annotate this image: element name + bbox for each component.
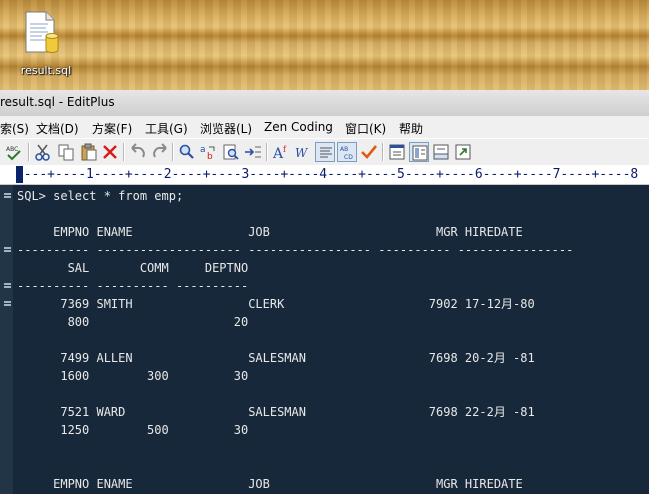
directory-icon[interactable] <box>431 142 451 162</box>
code-line: 800 20 <box>17 315 249 329</box>
desktop-wallpaper: result.sql <box>0 0 649 90</box>
copy-icon[interactable] <box>56 142 76 162</box>
cut-icon[interactable] <box>33 142 53 162</box>
check-icon[interactable] <box>359 142 379 162</box>
code-line: 7499 ALLEN SALESMAN 7698 20-2月 -81 <box>17 351 535 365</box>
code-line: EMPNO ENAME JOB MGR HIREDATE <box>17 477 523 491</box>
ruler-icon[interactable]: AB CD <box>337 142 357 162</box>
svg-text:CD: CD <box>344 154 353 161</box>
toolbar: ABC ab Af W AB CD <box>0 138 649 166</box>
code-line: ---------- ---------- ---------- <box>17 279 249 293</box>
toolbar-separator <box>382 143 384 161</box>
code-line: 7521 WARD SALESMAN 7698 22-2月 -81 <box>17 405 535 419</box>
redo-icon[interactable] <box>150 142 170 162</box>
paste-icon[interactable] <box>79 142 99 162</box>
desktop-icon-label: result.sql <box>20 64 72 77</box>
line-number-icon[interactable] <box>315 142 335 162</box>
menu-browser[interactable]: 浏览器(L) <box>200 120 252 137</box>
toolbar-separator <box>28 143 30 161</box>
find-icon[interactable] <box>177 142 197 162</box>
browser-icon[interactable] <box>453 142 473 162</box>
fold-marker-icon[interactable] <box>4 283 11 288</box>
code-line: SQL> select * from emp; <box>17 189 184 203</box>
word-wrap-icon[interactable]: W <box>293 142 313 162</box>
editor-gutter <box>0 185 13 494</box>
desktop-file-icon[interactable]: result.sql <box>14 8 78 84</box>
window-title-bar[interactable]: result.sql - EditPlus <box>0 90 649 117</box>
menu-zen-coding[interactable]: Zen Coding <box>264 120 333 134</box>
delete-icon[interactable] <box>100 142 120 162</box>
code-line: 1250 500 30 <box>17 423 249 437</box>
find-in-files-icon[interactable] <box>221 142 241 162</box>
code-line: 1600 300 30 <box>17 369 249 383</box>
svg-text:AB: AB <box>340 146 348 153</box>
code-line: SAL COMM DEPTNO <box>17 261 249 275</box>
window-list-icon[interactable] <box>387 142 407 162</box>
replace-icon[interactable]: ab <box>199 142 219 162</box>
fold-marker-icon[interactable] <box>4 301 11 306</box>
menu-project[interactable]: 方案(F) <box>92 120 132 137</box>
menu-document[interactable]: 文档(D) <box>36 120 79 137</box>
ruler-text: ----+----1----+----2----+----3----+----4… <box>16 167 639 182</box>
window-title: result.sql - EditPlus <box>0 95 115 109</box>
menu-help[interactable]: 帮助 <box>399 120 423 137</box>
menu-tools[interactable]: 工具(G) <box>145 120 188 137</box>
column-ruler: ----+----1----+----2----+----3----+----4… <box>0 165 649 185</box>
editor-area[interactable]: SQL> select * from emp; EMPNO ENAME JOB … <box>0 185 649 494</box>
sql-file-icon <box>24 10 60 56</box>
fold-marker-icon[interactable] <box>4 193 11 198</box>
output-window-icon[interactable] <box>409 142 429 162</box>
menu-search[interactable]: 索(S) <box>0 120 29 137</box>
code-line: 7369 SMITH CLERK 7902 17-12月-80 <box>17 297 535 311</box>
menu-window[interactable]: 窗口(K) <box>345 120 386 137</box>
svg-text:W: W <box>295 146 309 160</box>
toolbar-separator <box>172 143 174 161</box>
fold-marker-icon[interactable] <box>4 247 11 252</box>
goto-line-icon[interactable] <box>243 142 263 162</box>
svg-text:b: b <box>207 152 213 162</box>
svg-text:a: a <box>200 145 206 155</box>
spellcheck-icon[interactable]: ABC <box>4 142 24 162</box>
code-line: EMPNO ENAME JOB MGR HIREDATE <box>17 225 523 239</box>
toolbar-separator <box>266 143 268 161</box>
toolbar-separator <box>123 143 125 161</box>
svg-text:ABC: ABC <box>6 146 18 153</box>
undo-icon[interactable] <box>128 142 148 162</box>
font-icon[interactable]: Af <box>271 142 291 162</box>
svg-text:f: f <box>283 145 287 154</box>
editor-text[interactable]: SQL> select * from emp; EMPNO ENAME JOB … <box>17 187 573 493</box>
menu-bar: 索(S) 文档(D) 方案(F) 工具(G) 浏览器(L) Zen Coding… <box>0 116 649 138</box>
code-line: ---------- -------------------- --------… <box>17 243 574 257</box>
